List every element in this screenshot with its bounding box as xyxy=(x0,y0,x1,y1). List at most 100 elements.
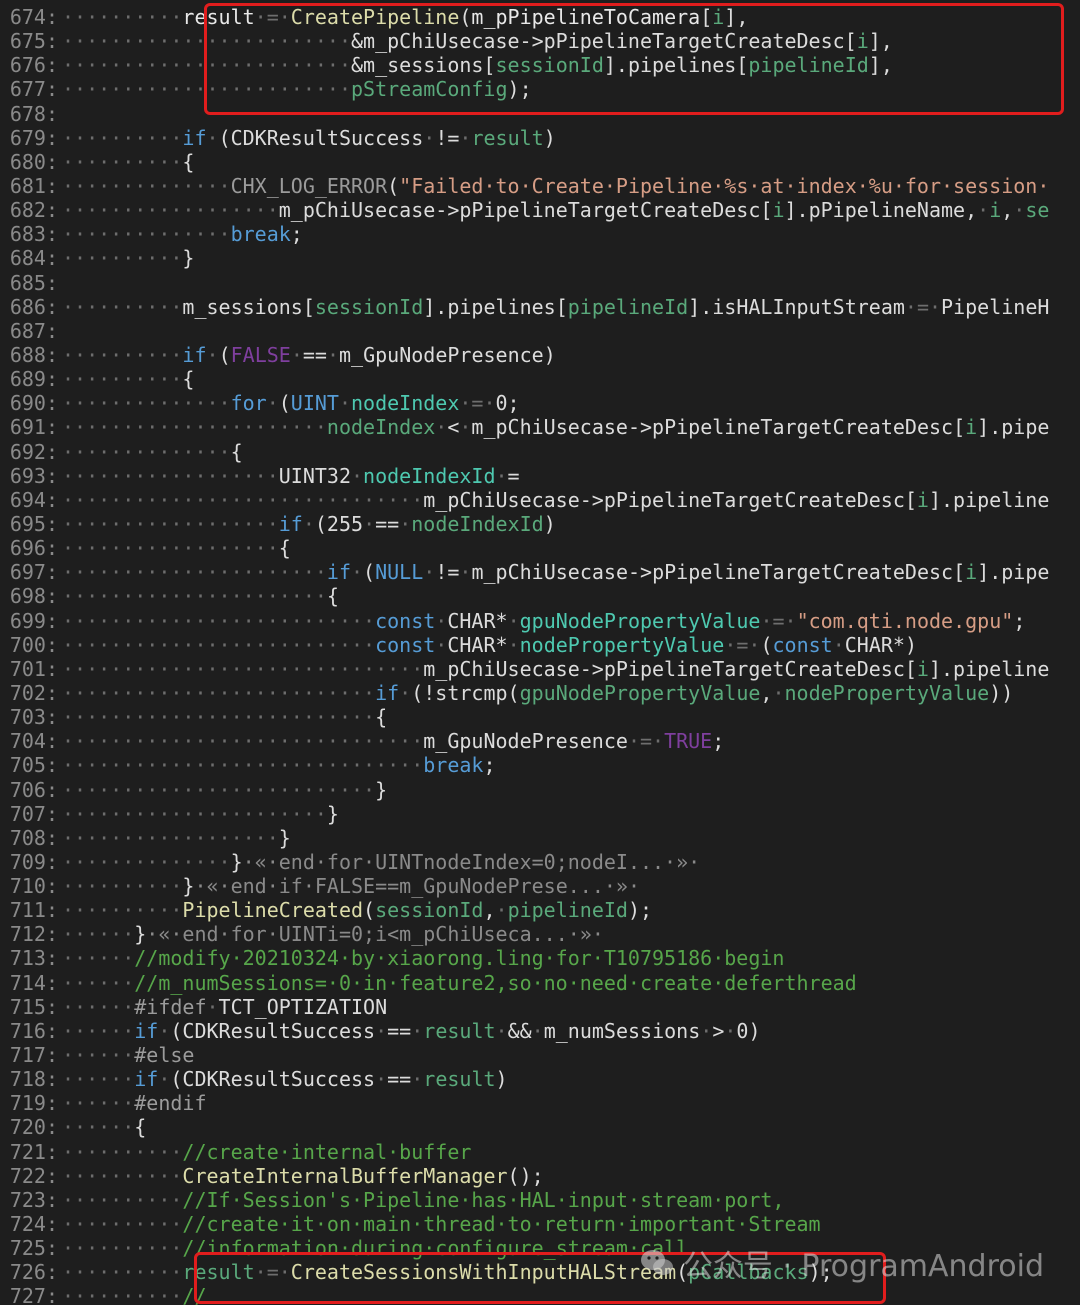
indent-whitespace: ······ xyxy=(62,1018,135,1043)
line-number: 709: xyxy=(9,849,58,874)
line-number: 689: xyxy=(9,367,58,392)
indent-whitespace: ·········· xyxy=(62,898,183,923)
code-token: ].pipeline xyxy=(928,487,1050,512)
code-token: } xyxy=(278,825,291,850)
code-token: ], xyxy=(868,53,893,78)
code-token: · xyxy=(375,1018,388,1043)
line-number: 678: xyxy=(9,101,58,126)
code-token: ; xyxy=(483,753,496,778)
code-token: m_GpuNodePresence xyxy=(423,729,628,754)
line-number: 685: xyxy=(9,270,58,295)
code-token: pipelineId xyxy=(567,294,689,319)
line-number: 724: xyxy=(9,1212,58,1237)
code-token: (CDKResultSuccess xyxy=(218,125,424,150)
code-token: m_sessions[ xyxy=(182,294,315,319)
code-text: ··········{ xyxy=(62,150,194,174)
code-token: (); xyxy=(507,1163,544,1188)
line-number: 719: xyxy=(9,1091,58,1116)
code-token: · xyxy=(351,560,364,585)
code-token: i xyxy=(916,656,929,681)
line-number: 680: xyxy=(9,149,58,174)
code-token: CreatePipeline xyxy=(290,5,460,29)
line-number: 718: xyxy=(9,1067,58,1092)
code-token: PipelineCreated xyxy=(182,898,364,923)
indent-whitespace: ·········· xyxy=(62,294,183,319)
code-token: ( xyxy=(387,173,400,198)
code-token: pipelineId xyxy=(748,53,869,78)
code-text: ······························m_pChiUsec… xyxy=(62,657,1049,681)
code-text: ······················nodeIndex·<·m_pChi… xyxy=(62,415,1049,439)
code-line: 724: ··········//create·it·on·main·thread… xyxy=(0,1212,1080,1236)
code-line: 716: ······if·(CDKResultSuccess·==·result… xyxy=(0,1019,1080,1043)
code-token: i xyxy=(989,198,1002,223)
code-text: ······························m_GpuNodeP… xyxy=(62,729,724,753)
code-token: ( xyxy=(278,391,291,416)
line-number: 692: xyxy=(9,439,58,464)
code-token: CHX_LOG_ERROR xyxy=(230,173,388,198)
code-token: ·=· xyxy=(459,391,496,416)
code-token: m_numSessions xyxy=(543,1018,701,1043)
line-number: 676: xyxy=(9,53,58,78)
code-line: 677: ························pStreamConfi… xyxy=(0,77,1080,101)
code-token: · xyxy=(326,342,340,367)
code-text: ··········m_sessions[sessionId].pipeline… xyxy=(62,295,1049,319)
code-token: if xyxy=(134,1067,159,1092)
code-token: { xyxy=(182,149,195,174)
code-token: UINT32 xyxy=(278,463,351,488)
code-line: 678: xyxy=(0,102,1080,126)
code-token: · xyxy=(724,1018,737,1043)
code-token: ], xyxy=(868,29,893,54)
code-token: · xyxy=(399,511,412,536)
code-token: · xyxy=(459,560,472,585)
code-token: //information·during·configure_stream·ca… xyxy=(182,1236,701,1261)
indent-whitespace: ·········· xyxy=(62,1212,183,1237)
code-token: m_pChiUsecase->pPipelineTargetCreateDesc… xyxy=(278,198,773,223)
indent-whitespace: ·········· xyxy=(62,1139,183,1164)
code-line: 727: ··········// xyxy=(0,1284,1080,1305)
line-number: 700: xyxy=(9,632,58,657)
code-token: ].pipeline xyxy=(928,656,1050,681)
code-token: (CDKResultSuccess xyxy=(170,1067,376,1092)
code-text: ··········//If·Session's·Pipeline·has·HA… xyxy=(62,1188,784,1212)
line-number: 686: xyxy=(9,294,58,319)
indent-whitespace: ······························ xyxy=(62,729,424,754)
code-token: CHAR* xyxy=(447,608,508,633)
code-token: sessionId xyxy=(314,294,424,319)
code-text: ··························{ xyxy=(62,705,387,729)
code-token: != xyxy=(435,560,460,585)
code-token: · xyxy=(266,391,279,416)
line-number: 679: xyxy=(9,125,58,150)
watermark: 公众号 · ProgramAndroid xyxy=(639,1241,1044,1285)
code-token: break xyxy=(230,222,291,247)
code-token: (255 xyxy=(314,511,364,536)
line-number: 696: xyxy=(9,536,58,561)
code-token: } xyxy=(326,801,339,826)
indent-whitespace: ······ xyxy=(62,994,135,1019)
code-token: } xyxy=(182,246,195,271)
code-token: · xyxy=(206,342,219,367)
code-editor[interactable]: 674: ··········result·=·CreatePipeline(m_… xyxy=(0,5,1080,1305)
code-token: for xyxy=(230,391,267,416)
code-token: result xyxy=(423,1018,496,1043)
code-text: ··············{ xyxy=(62,440,243,464)
line-number: 694: xyxy=(9,487,58,512)
indent-whitespace: ·········· xyxy=(62,149,183,174)
code-token: //create·it·on·main·thread·to·return·imp… xyxy=(182,1212,821,1237)
code-token: · xyxy=(158,1067,171,1092)
code-token: ·=· xyxy=(627,729,665,754)
line-number: 677: xyxy=(9,77,58,102)
indent-whitespace: ······················ xyxy=(62,415,327,440)
code-token: nodeIndex xyxy=(326,415,436,440)
code-line: 689: ··········{ xyxy=(0,367,1080,391)
code-line: 706: ··························} xyxy=(0,778,1080,802)
line-number: 710: xyxy=(9,874,58,899)
code-token: · xyxy=(158,1018,171,1043)
indent-whitespace: ·················· xyxy=(62,536,279,561)
indent-whitespace: ······ xyxy=(62,946,135,971)
code-token: = xyxy=(507,463,520,488)
code-token: (CDKResultSuccess xyxy=(170,1018,376,1043)
code-line: 693: ··················UINT32·nodeIndexId… xyxy=(0,464,1080,488)
code-line: 687: xyxy=(0,319,1080,343)
line-number: 699: xyxy=(9,608,58,633)
code-token: pStreamConfig xyxy=(350,77,508,102)
